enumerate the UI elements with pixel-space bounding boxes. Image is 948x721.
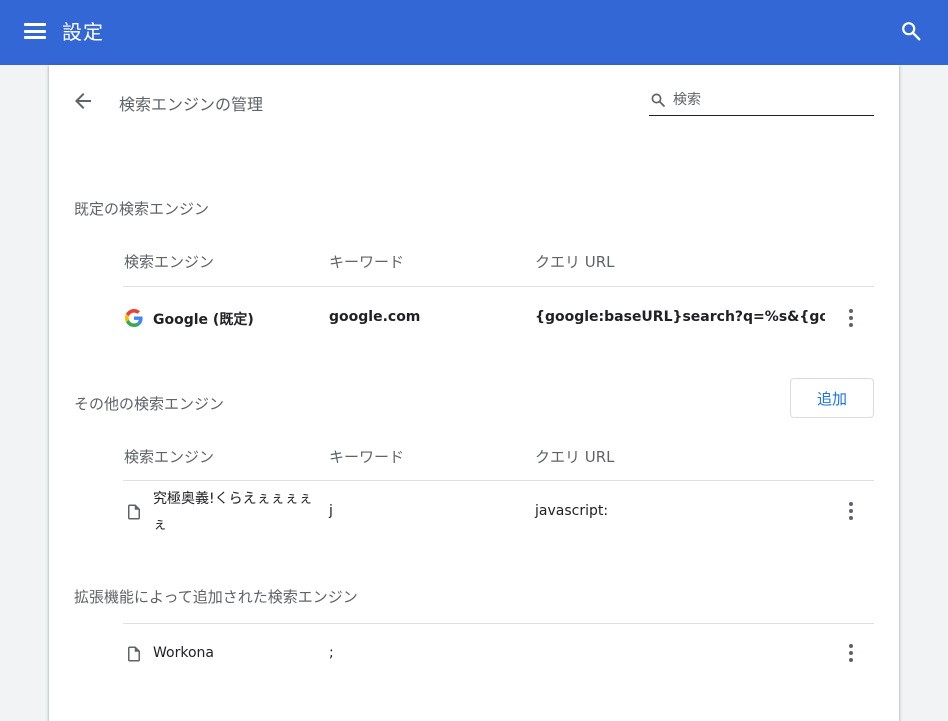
google-icon [125, 309, 143, 327]
engine-name-line1: 究極奥義!くらえぇぇぇぇ [153, 491, 313, 507]
app-title: 設定 [62, 20, 104, 44]
default-engines-title: 既定の検索エンジン [74, 200, 210, 218]
divider [123, 623, 874, 624]
settings-card: 検索エンジンの管理 既定の検索エンジン 検索エンジン キーワード クエリ URL… [49, 65, 899, 721]
column-header-url: クエリ URL [535, 253, 615, 271]
engine-name: Workona [153, 645, 214, 661]
engine-url: javascript: [535, 503, 609, 519]
more-actions-icon[interactable] [839, 641, 863, 665]
divider [123, 480, 874, 481]
engine-name-line2: ぇ [153, 517, 167, 533]
page-title: 検索エンジンの管理 [119, 95, 264, 114]
search-icon [651, 93, 665, 107]
search-input[interactable] [673, 89, 868, 111]
column-header-keyword: キーワード [329, 253, 405, 271]
divider [123, 286, 874, 287]
column-header-url: クエリ URL [535, 448, 615, 466]
extension-engines-title: 拡張機能によって追加された検索エンジン [74, 588, 358, 606]
column-header-engine: 検索エンジン [124, 448, 215, 466]
more-actions-icon[interactable] [839, 306, 863, 330]
back-arrow-icon[interactable] [71, 89, 95, 113]
column-header-keyword: キーワード [329, 448, 405, 466]
search-icon[interactable] [900, 20, 922, 42]
file-icon [128, 646, 140, 662]
more-actions-icon[interactable] [839, 499, 863, 523]
menu-icon[interactable] [24, 21, 46, 41]
file-icon [128, 504, 140, 520]
engine-keyword: google.com [329, 309, 421, 325]
search-field[interactable] [649, 87, 874, 116]
app-header: 設定 [0, 0, 948, 65]
engine-url: {google:baseURL}search?q=%s&{go… [535, 309, 825, 325]
add-engine-button[interactable]: 追加 [790, 378, 874, 418]
engine-keyword: ; [329, 645, 334, 661]
other-engines-title: その他の検索エンジン [74, 395, 225, 413]
engine-name: Google (既定) [153, 312, 254, 328]
engine-keyword: j [329, 503, 333, 519]
column-header-engine: 検索エンジン [124, 253, 215, 271]
